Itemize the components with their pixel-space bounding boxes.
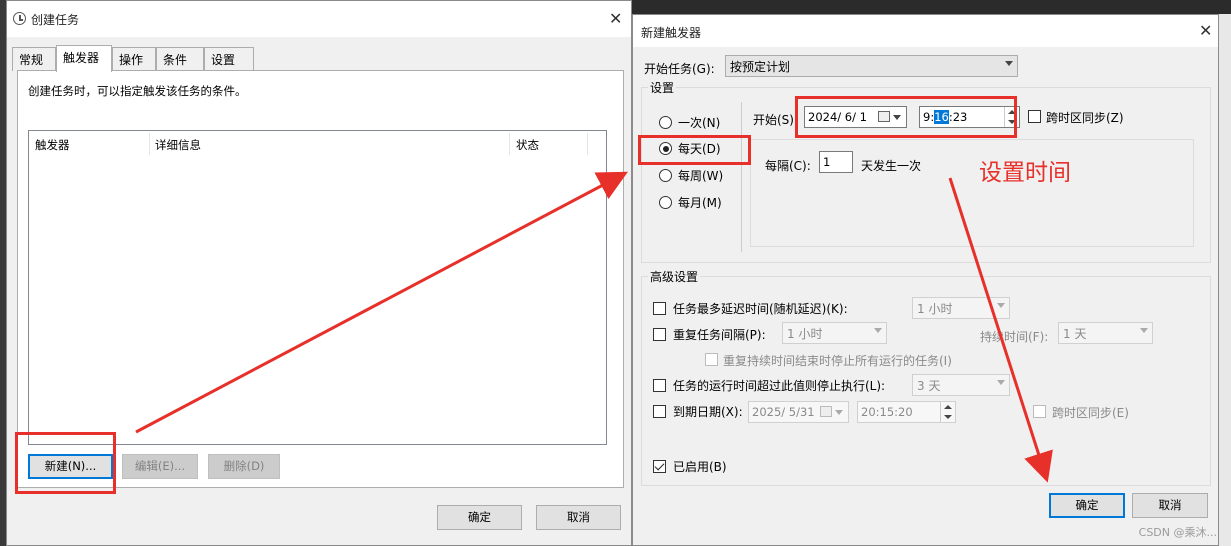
settings-group-title: 设置: [648, 79, 677, 96]
tab-actions[interactable]: 操作: [112, 47, 156, 71]
chevron-down-icon: [997, 303, 1005, 308]
begin-task-label: 开始任务(G):: [644, 62, 715, 76]
tab-triggers[interactable]: 触发器: [56, 45, 112, 72]
repeat-label: 重复任务间隔(P):: [673, 328, 766, 342]
recurrence-box: [750, 139, 1194, 247]
ok-button[interactable]: 确定: [437, 505, 522, 530]
repeat-checkbox[interactable]: [653, 328, 666, 341]
cancel-button[interactable]: 取消: [536, 505, 621, 530]
edit-trigger-button[interactable]: 编辑(E)...: [122, 454, 198, 479]
repeat-interval-dropdown[interactable]: 1 小时: [782, 322, 887, 344]
stop-all-label: 重复持续时间结束时停止所有运行的任务(I): [723, 354, 952, 368]
radio-once-label: 一次(N): [678, 116, 721, 130]
expire-date-value: 2025/ 5/31: [752, 405, 815, 419]
duration-value: 1 天: [1063, 327, 1087, 341]
recur-unit-label: 天发生一次: [861, 159, 922, 173]
chevron-down-icon: [874, 328, 882, 333]
delay-label: 任务最多延迟时间(随机延迟)(K):: [673, 302, 848, 316]
radio-once[interactable]: [659, 116, 672, 129]
triggers-panel: 创建任务时，可以指定触发该任务的条件。 触发器 详细信息 状态 新建(N)...…: [17, 70, 624, 488]
expire-checkbox[interactable]: [653, 405, 666, 418]
stop-all-checkbox[interactable]: [705, 353, 718, 366]
annotation-set-time: 设置时间: [979, 160, 1071, 186]
expire-label: 到期日期(X):: [673, 405, 743, 419]
begin-task-value: 按预定计划: [730, 60, 791, 74]
time-spinner[interactable]: [940, 402, 955, 422]
delay-checkbox[interactable]: [653, 302, 666, 315]
expire-sync-checkbox[interactable]: [1033, 405, 1046, 418]
advanced-group-title: 高级设置: [648, 268, 701, 285]
column-divider: [587, 133, 588, 155]
sync-timezone-label: 跨时区同步(Z): [1046, 111, 1124, 125]
recur-days-input[interactable]: 1: [819, 151, 853, 173]
tab-settings[interactable]: 设置: [204, 47, 254, 71]
radio-monthly[interactable]: [659, 196, 672, 209]
panel-description: 创建任务时，可以指定触发该任务的条件。: [28, 84, 247, 98]
chevron-down-icon: [997, 380, 1005, 385]
radio-monthly-label: 每月(M): [678, 196, 722, 210]
expire-time-field[interactable]: 20:15:20: [857, 401, 956, 423]
radio-weekly[interactable]: [659, 169, 672, 182]
background-window-right: [1218, 14, 1231, 546]
recur-label: 每隔(C):: [765, 159, 811, 173]
chevron-down-icon: [1005, 61, 1013, 66]
calendar-icon[interactable]: [820, 406, 832, 417]
dialog-title: 新建触发器: [641, 26, 702, 40]
new-trigger-dialog: 新建触发器 ✕ 开始任务(G): 按预定计划 设置 一次(N) 每天(D) 每周…: [632, 14, 1219, 546]
title-bar: 创建任务 ✕: [7, 1, 631, 37]
background-window-top: [630, 0, 1231, 14]
radio-weekly-label: 每周(W): [678, 169, 724, 183]
chevron-down-icon: [1140, 328, 1148, 333]
close-icon[interactable]: ✕: [609, 9, 622, 28]
start-label: 开始(S):: [753, 113, 799, 127]
cancel-button[interactable]: 取消: [1132, 493, 1208, 518]
stop-if-checkbox[interactable]: [653, 379, 666, 392]
close-icon[interactable]: ✕: [1199, 21, 1212, 40]
enabled-label: 已启用(B): [673, 460, 727, 474]
watermark: CSDN @乘沐...: [1138, 526, 1217, 539]
delay-value: 1 小时: [917, 302, 953, 316]
repeat-value: 1 小时: [787, 327, 823, 341]
advanced-settings-group: 高级设置 任务最多延迟时间(随机延迟)(K): 1 小时 重复任务间隔(P): …: [641, 268, 1211, 486]
tab-general[interactable]: 常规: [12, 47, 56, 71]
tab-bar: 常规 触发器 操作 条件 设置: [12, 45, 612, 72]
column-trigger[interactable]: 触发器: [35, 137, 70, 153]
tab-conditions[interactable]: 条件: [156, 47, 204, 71]
begin-task-dropdown[interactable]: 按预定计划: [725, 55, 1018, 77]
duration-dropdown[interactable]: 1 天: [1058, 322, 1153, 344]
divider: [741, 102, 742, 252]
column-details[interactable]: 详细信息: [155, 137, 201, 153]
title-bar: 新建触发器 ✕: [633, 15, 1218, 47]
enabled-checkbox[interactable]: [653, 460, 666, 473]
stop-if-dropdown[interactable]: 3 天: [912, 374, 1010, 396]
dialog-title: 创建任务: [31, 13, 80, 27]
stop-if-value: 3 天: [917, 379, 941, 393]
trigger-list[interactable]: 触发器 详细信息 状态: [28, 130, 607, 445]
stop-if-label: 任务的运行时间超过此值则停止执行(L):: [673, 379, 886, 393]
highlight-daily-radio: [638, 135, 751, 165]
column-divider: [149, 133, 150, 155]
delete-trigger-button[interactable]: 删除(D): [208, 454, 280, 479]
delay-dropdown[interactable]: 1 小时: [912, 297, 1010, 319]
highlight-new-button: [15, 432, 116, 494]
column-divider: [509, 133, 510, 155]
sync-timezone-checkbox[interactable]: [1028, 110, 1041, 123]
expire-time-value: 20:15:20: [861, 405, 913, 419]
expire-date-picker[interactable]: 2025/ 5/31: [748, 401, 849, 423]
duration-label: 持续时间(F):: [980, 330, 1049, 344]
column-status[interactable]: 状态: [516, 137, 539, 153]
highlight-start-time: [795, 96, 1017, 138]
expire-sync-label: 跨时区同步(E): [1052, 406, 1129, 420]
task-scheduler-icon: [13, 12, 26, 25]
chevron-down-icon: [835, 410, 843, 415]
ok-button[interactable]: 确定: [1049, 493, 1125, 518]
